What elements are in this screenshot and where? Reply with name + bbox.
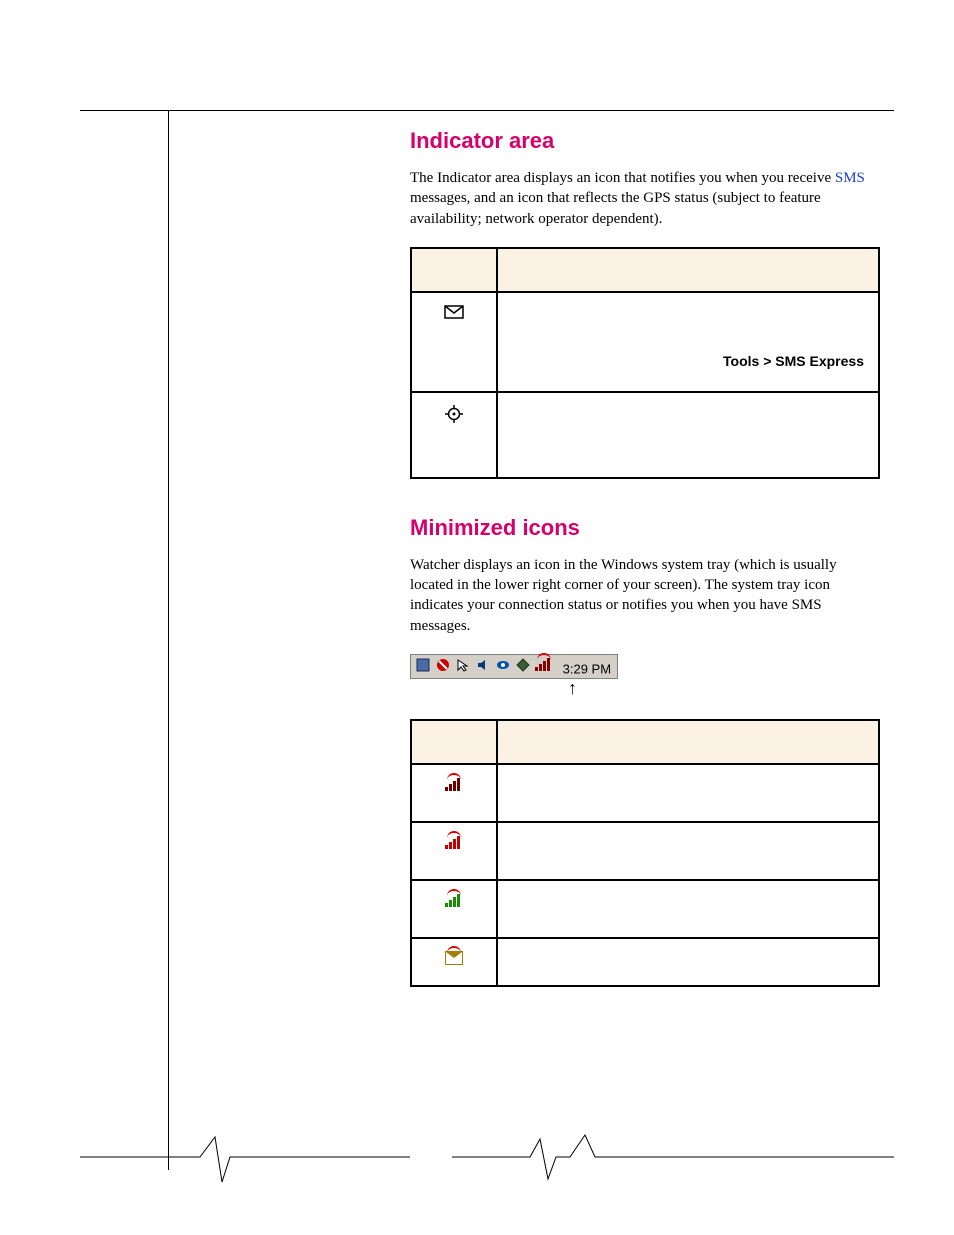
cell-signal-red-desc (497, 822, 879, 880)
tray-cursor-icon (455, 657, 471, 673)
systray-example: 3:29 PM ↑ (410, 654, 880, 696)
table-row (411, 880, 879, 938)
tray-diamond-icon (515, 657, 531, 673)
cell-gps-desc (497, 392, 879, 478)
header-meaning-col (497, 248, 879, 292)
systray-time: 3:29 PM (563, 661, 611, 676)
tray-signal-icon (535, 657, 553, 674)
cell-envelope-desc: Tools > SMS Express (497, 292, 879, 392)
cell-signal-darkred-icon (411, 764, 497, 822)
header-icon-col (411, 720, 497, 764)
page: Indicator area The Indicator area displa… (0, 0, 954, 1235)
table-row (411, 392, 879, 478)
sidebar-rule (168, 110, 169, 1170)
tray-generic-icon (415, 657, 431, 673)
footer-vitals-graphic (80, 1127, 894, 1187)
header-icon-col (411, 248, 497, 292)
content-area: Indicator area The Indicator area displa… (410, 128, 880, 987)
table-row (411, 938, 879, 986)
paragraph-minimized: Watcher displays an icon in the Windows … (410, 555, 880, 636)
cell-signal-green-desc (497, 880, 879, 938)
systray-icons-group (415, 657, 553, 674)
table-row (411, 764, 879, 822)
header-meaning-col (497, 720, 879, 764)
cell-envelope-tray-desc (497, 938, 879, 986)
envelope-icon (444, 305, 464, 319)
arrow-up-icon: ↑ (568, 681, 880, 695)
systray-bar: 3:29 PM (410, 654, 618, 680)
cell-envelope-icon (411, 292, 497, 392)
text-after-link: messages, and an icon that reflects the … (410, 190, 821, 226)
cell-signal-darkred-desc (497, 764, 879, 822)
table-header-row (411, 248, 879, 292)
menu-path-sms-express: Tools > SMS Express (512, 353, 864, 369)
table-row (411, 822, 879, 880)
minimized-table (410, 719, 880, 987)
table-row: Tools > SMS Express (411, 292, 879, 392)
heading-minimized-icons: Minimized icons (410, 515, 880, 541)
table-header-row (411, 720, 879, 764)
heading-indicator-area: Indicator area (410, 128, 880, 154)
text-before-link: The Indicator area displays an icon that… (410, 170, 835, 186)
gps-crosshair-icon (445, 405, 463, 423)
cell-gps-icon (411, 392, 497, 478)
tray-stop-icon (435, 657, 451, 673)
paragraph-indicator: The Indicator area displays an icon that… (410, 168, 880, 229)
cell-signal-red-icon (411, 822, 497, 880)
top-rule (80, 110, 894, 111)
link-sms[interactable]: SMS (835, 170, 865, 186)
cell-signal-green-icon (411, 880, 497, 938)
tray-speaker-icon (475, 657, 491, 673)
cell-envelope-tray-icon (411, 938, 497, 986)
tray-eye-icon (495, 657, 511, 673)
indicator-table: Tools > SMS Express (410, 247, 880, 479)
